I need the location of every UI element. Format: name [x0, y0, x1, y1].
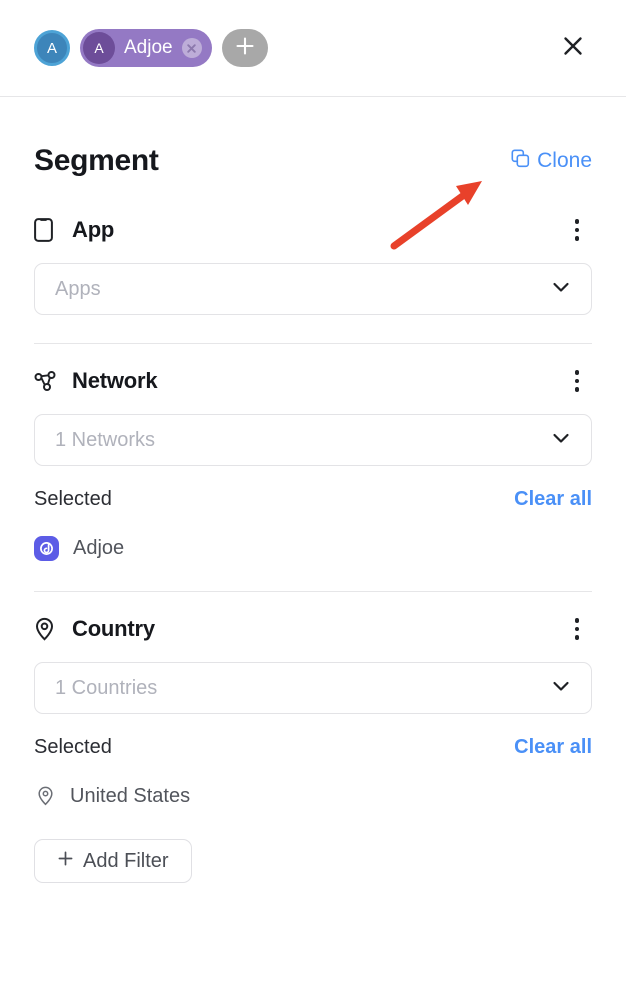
- section-network-title: Network: [72, 368, 158, 393]
- workspace-avatar-button[interactable]: A: [34, 30, 70, 66]
- network-nodes-icon: [34, 369, 60, 393]
- chevron-down-icon: [549, 275, 573, 304]
- list-item[interactable]: United States: [34, 781, 592, 811]
- network-selected-row: Selected Clear all: [34, 488, 592, 511]
- country-select-placeholder: 1 Countries: [55, 676, 158, 699]
- network-select-placeholder: 1 Networks: [55, 428, 156, 451]
- section-divider: [34, 591, 592, 592]
- network-selected-label: Selected: [34, 488, 112, 510]
- section-network: Network 1 Networks Selected Clear all Ad…: [34, 358, 592, 592]
- section-network-header: Network: [34, 358, 592, 404]
- plus-icon: [57, 850, 74, 873]
- mobile-phone-icon: [34, 218, 60, 242]
- list-item-label: Adjoe: [73, 536, 125, 559]
- country-selected-label: Selected: [34, 736, 112, 758]
- section-country: Country 1 Countries Selected Clear all U…: [34, 606, 592, 811]
- plus-icon: [234, 35, 256, 62]
- section-country-title: Country: [72, 616, 155, 641]
- section-app-header: App: [34, 207, 592, 253]
- network-select[interactable]: 1 Networks: [34, 414, 592, 466]
- workspace-avatar-initial: A: [46, 39, 57, 57]
- add-filter-label: Add Filter: [83, 849, 169, 872]
- section-app-title: App: [72, 217, 115, 242]
- chip-avatar-initial: A: [94, 40, 104, 56]
- country-select[interactable]: 1 Countries: [34, 662, 592, 714]
- add-workspace-button[interactable]: [221, 29, 268, 67]
- country-selected-row: Selected Clear all: [34, 736, 592, 759]
- segment-panel: Segment Clone App Apps Network 1 Network…: [0, 129, 626, 883]
- list-item[interactable]: Adjoe: [34, 533, 592, 563]
- list-item-label: United States: [70, 784, 191, 807]
- chip-close-icon[interactable]: [181, 38, 202, 58]
- section-country-menu-button[interactable]: [562, 612, 592, 646]
- chevron-down-icon: [549, 674, 573, 703]
- active-workspace-chip[interactable]: A Adjoe: [80, 29, 212, 67]
- page-title: Segment: [34, 144, 159, 177]
- close-icon: [561, 34, 585, 63]
- top-bar: A A Adjoe: [0, 0, 626, 97]
- map-pin-icon: [34, 786, 56, 806]
- section-network-menu-button[interactable]: [562, 364, 592, 398]
- section-divider: [34, 343, 592, 344]
- network-clear-all-button[interactable]: Clear all: [514, 488, 592, 511]
- workspace-chip-row: A A Adjoe: [34, 29, 268, 67]
- app-select[interactable]: Apps: [34, 263, 592, 315]
- section-app: App Apps: [34, 207, 592, 344]
- clone-label: Clone: [537, 149, 592, 172]
- map-pin-icon: [34, 617, 60, 641]
- copy-icon: [511, 148, 530, 174]
- chevron-down-icon: [549, 426, 573, 455]
- add-filter-button[interactable]: Add Filter: [34, 839, 192, 883]
- chip-avatar: A: [83, 32, 115, 64]
- segment-header: Segment Clone: [34, 129, 592, 193]
- section-country-header: Country: [34, 606, 592, 652]
- app-select-placeholder: Apps: [55, 277, 101, 300]
- chip-label: Adjoe: [124, 37, 173, 58]
- country-clear-all-button[interactable]: Clear all: [514, 736, 592, 759]
- clone-link[interactable]: Clone: [511, 148, 592, 174]
- close-panel-button[interactable]: [558, 33, 588, 63]
- adjoe-logo-icon: [34, 535, 59, 561]
- section-app-menu-button[interactable]: [562, 213, 592, 247]
